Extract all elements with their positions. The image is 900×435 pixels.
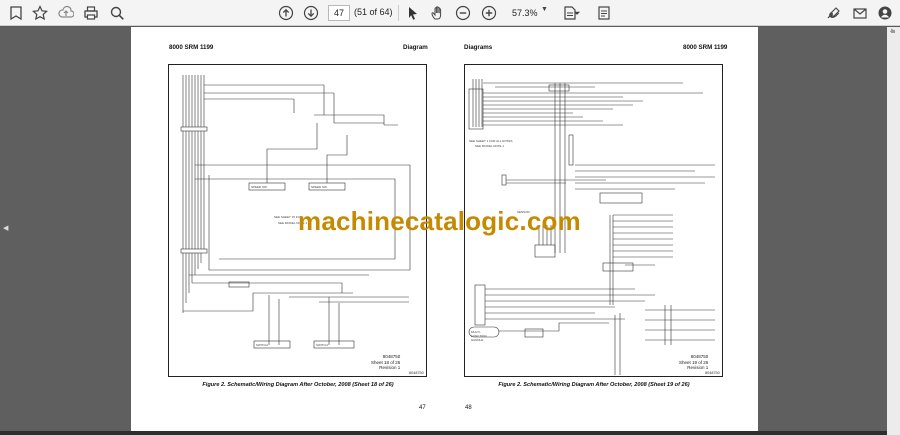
scroll-mode-icon[interactable] bbox=[594, 3, 614, 23]
svg-text:SEE MODEL NOTE 1: SEE MODEL NOTE 1 bbox=[475, 144, 504, 148]
svg-text:SWITCH: SWITCH bbox=[256, 343, 268, 347]
section-header: Diagrams bbox=[464, 44, 493, 51]
chevron-down-icon[interactable] bbox=[572, 3, 582, 23]
figure-caption: Figure 2. Schematic/Wiring Diagram After… bbox=[498, 382, 690, 388]
zoom-in-icon[interactable] bbox=[479, 3, 499, 23]
zoom-out-icon[interactable] bbox=[453, 3, 473, 23]
zoom-search-icon[interactable] bbox=[107, 3, 127, 23]
star-icon[interactable] bbox=[30, 3, 50, 23]
print-icon[interactable] bbox=[81, 3, 101, 23]
vertical-scrollbar[interactable] bbox=[887, 27, 900, 435]
sheet-note: 8048750 Sheet 19 of 26 Revision 1 bbox=[679, 354, 709, 370]
doc-id-header: 8000 SRM 1199 bbox=[683, 44, 728, 51]
section-header: Diagrams bbox=[403, 44, 432, 51]
sheet-note: 8048750 Sheet 18 of 26 Revision 1 bbox=[371, 354, 401, 370]
figure-caption: Figure 2. Schematic/Wiring Diagram After… bbox=[202, 382, 394, 388]
page-down-icon[interactable] bbox=[301, 3, 321, 23]
mail-icon[interactable] bbox=[850, 3, 870, 23]
scroll-thumb[interactable] bbox=[891, 30, 895, 33]
svg-text:SPEED SW: SPEED SW bbox=[311, 185, 327, 189]
bookmark-icon[interactable] bbox=[6, 3, 26, 23]
page-number-input[interactable]: 47 bbox=[328, 5, 350, 21]
svg-text:SPEED SW: SPEED SW bbox=[251, 185, 267, 189]
toolbar: 47 (51 of 64) 57.3% ▼ bbox=[0, 0, 900, 26]
chevron-down-icon[interactable]: ▼ bbox=[541, 6, 548, 13]
horizontal-scrollbar[interactable] bbox=[0, 431, 887, 435]
svg-text:SWITCH: SWITCH bbox=[316, 343, 328, 347]
select-cursor-icon[interactable] bbox=[403, 3, 423, 23]
figure-code: 8048750 bbox=[705, 371, 720, 375]
hand-tool-icon[interactable] bbox=[428, 3, 448, 23]
page-number: 47 bbox=[419, 405, 426, 411]
svg-text:HANDLE: HANDLE bbox=[471, 338, 483, 342]
upload-icon[interactable] bbox=[56, 3, 76, 23]
toolbar-separator bbox=[398, 5, 399, 21]
sign-icon[interactable] bbox=[824, 3, 844, 23]
doc-id-header: 8000 SRM 1199 bbox=[169, 44, 214, 51]
prev-page-arrow-icon[interactable]: ◀ bbox=[3, 224, 8, 232]
svg-text:SEE SHEET 1 FOR ALL NOTES: SEE SHEET 1 FOR ALL NOTES bbox=[469, 139, 513, 143]
figure-code: 8048750 bbox=[409, 371, 424, 375]
account-icon[interactable] bbox=[875, 3, 895, 23]
page-number: 48 bbox=[465, 405, 472, 411]
watermark-text: machinecatalogic.com bbox=[298, 206, 581, 236]
page-count-label: (51 of 64) bbox=[354, 7, 393, 17]
page-up-icon[interactable] bbox=[276, 3, 296, 23]
